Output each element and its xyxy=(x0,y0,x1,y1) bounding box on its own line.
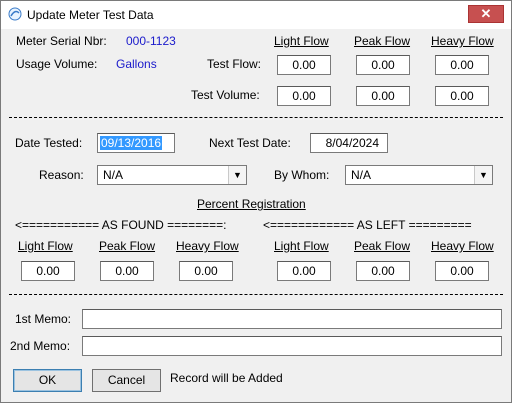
peak-flow-header: Peak Flow xyxy=(354,34,411,48)
test-volume-heavy-input[interactable]: 0.00 xyxy=(435,86,489,106)
as-found-heavy-flow-label: Heavy Flow xyxy=(176,239,239,253)
test-volume-light-input[interactable]: 0.00 xyxy=(277,86,331,106)
as-found-banner: <=========== AS FOUND ========: xyxy=(15,218,227,232)
close-button[interactable]: ✕ xyxy=(468,5,504,23)
test-flow-light-input[interactable]: 0.00 xyxy=(277,55,331,75)
memo2-input[interactable] xyxy=(82,336,502,356)
reason-select[interactable]: N/A ▼ xyxy=(97,165,247,185)
cancel-button[interactable]: Cancel xyxy=(92,369,161,392)
test-volume-label: Test Volume: xyxy=(191,88,260,102)
as-left-banner: <============ AS LEFT ========= xyxy=(263,218,472,232)
test-volume-peak-input[interactable]: 0.00 xyxy=(356,86,410,106)
light-flow-header: Light Flow xyxy=(274,34,329,48)
as-left-heavy-flow-label: Heavy Flow xyxy=(431,239,494,253)
divider xyxy=(9,294,503,295)
as-left-peak-flow-label: Peak Flow xyxy=(354,239,411,253)
next-test-date-label: Next Test Date: xyxy=(209,136,291,150)
window-title: Update Meter Test Data xyxy=(27,8,154,22)
app-icon xyxy=(8,7,22,21)
update-meter-test-data-dialog: Update Meter Test Data ✕ Meter Serial Nb… xyxy=(0,0,512,403)
as-left-heavy-input[interactable]: 0.00 xyxy=(435,261,489,281)
by-whom-select-value: N/A xyxy=(351,168,372,182)
date-tested-input[interactable]: 09/13/2016 xyxy=(97,133,175,153)
memo1-input[interactable] xyxy=(82,309,502,329)
as-left-peak-input[interactable]: 0.00 xyxy=(356,261,410,281)
test-flow-peak-input[interactable]: 0.00 xyxy=(356,55,410,75)
heavy-flow-header: Heavy Flow xyxy=(431,34,494,48)
memo2-label: 2nd Memo: xyxy=(10,339,71,353)
date-tested-label: Date Tested: xyxy=(15,136,83,150)
title-bar: Update Meter Test Data ✕ xyxy=(1,1,511,29)
by-whom-label: By Whom: xyxy=(274,168,330,182)
chevron-down-icon[interactable]: ▼ xyxy=(228,166,246,184)
reason-select-value: N/A xyxy=(103,168,124,182)
test-flow-heavy-input[interactable]: 0.00 xyxy=(435,55,489,75)
reason-label: Reason: xyxy=(39,168,84,182)
next-test-date-input[interactable]: 8/04/2024 xyxy=(310,133,388,153)
as-found-light-input[interactable]: 0.00 xyxy=(21,261,75,281)
memo1-label: 1st Memo: xyxy=(15,312,72,326)
as-found-light-flow-label: Light Flow xyxy=(18,239,73,253)
as-left-light-input[interactable]: 0.00 xyxy=(277,261,331,281)
as-found-heavy-input[interactable]: 0.00 xyxy=(179,261,233,281)
usage-volume-value: Gallons xyxy=(116,57,157,71)
test-flow-label: Test Flow: xyxy=(207,57,262,71)
percent-registration-title: Percent Registration xyxy=(197,197,306,211)
date-tested-value: 09/13/2016 xyxy=(100,136,163,150)
as-found-peak-flow-label: Peak Flow xyxy=(99,239,156,253)
meter-serial-label: Meter Serial Nbr: xyxy=(16,34,107,48)
as-left-light-flow-label: Light Flow xyxy=(274,239,329,253)
meter-serial-value: 000-1123 xyxy=(126,34,176,48)
by-whom-select[interactable]: N/A ▼ xyxy=(345,165,493,185)
usage-volume-label: Usage Volume: xyxy=(16,57,98,71)
as-found-peak-input[interactable]: 0.00 xyxy=(100,261,154,281)
ok-button[interactable]: OK xyxy=(13,369,82,392)
status-text: Record will be Added xyxy=(170,371,283,385)
divider xyxy=(9,117,503,118)
chevron-down-icon[interactable]: ▼ xyxy=(474,166,492,184)
